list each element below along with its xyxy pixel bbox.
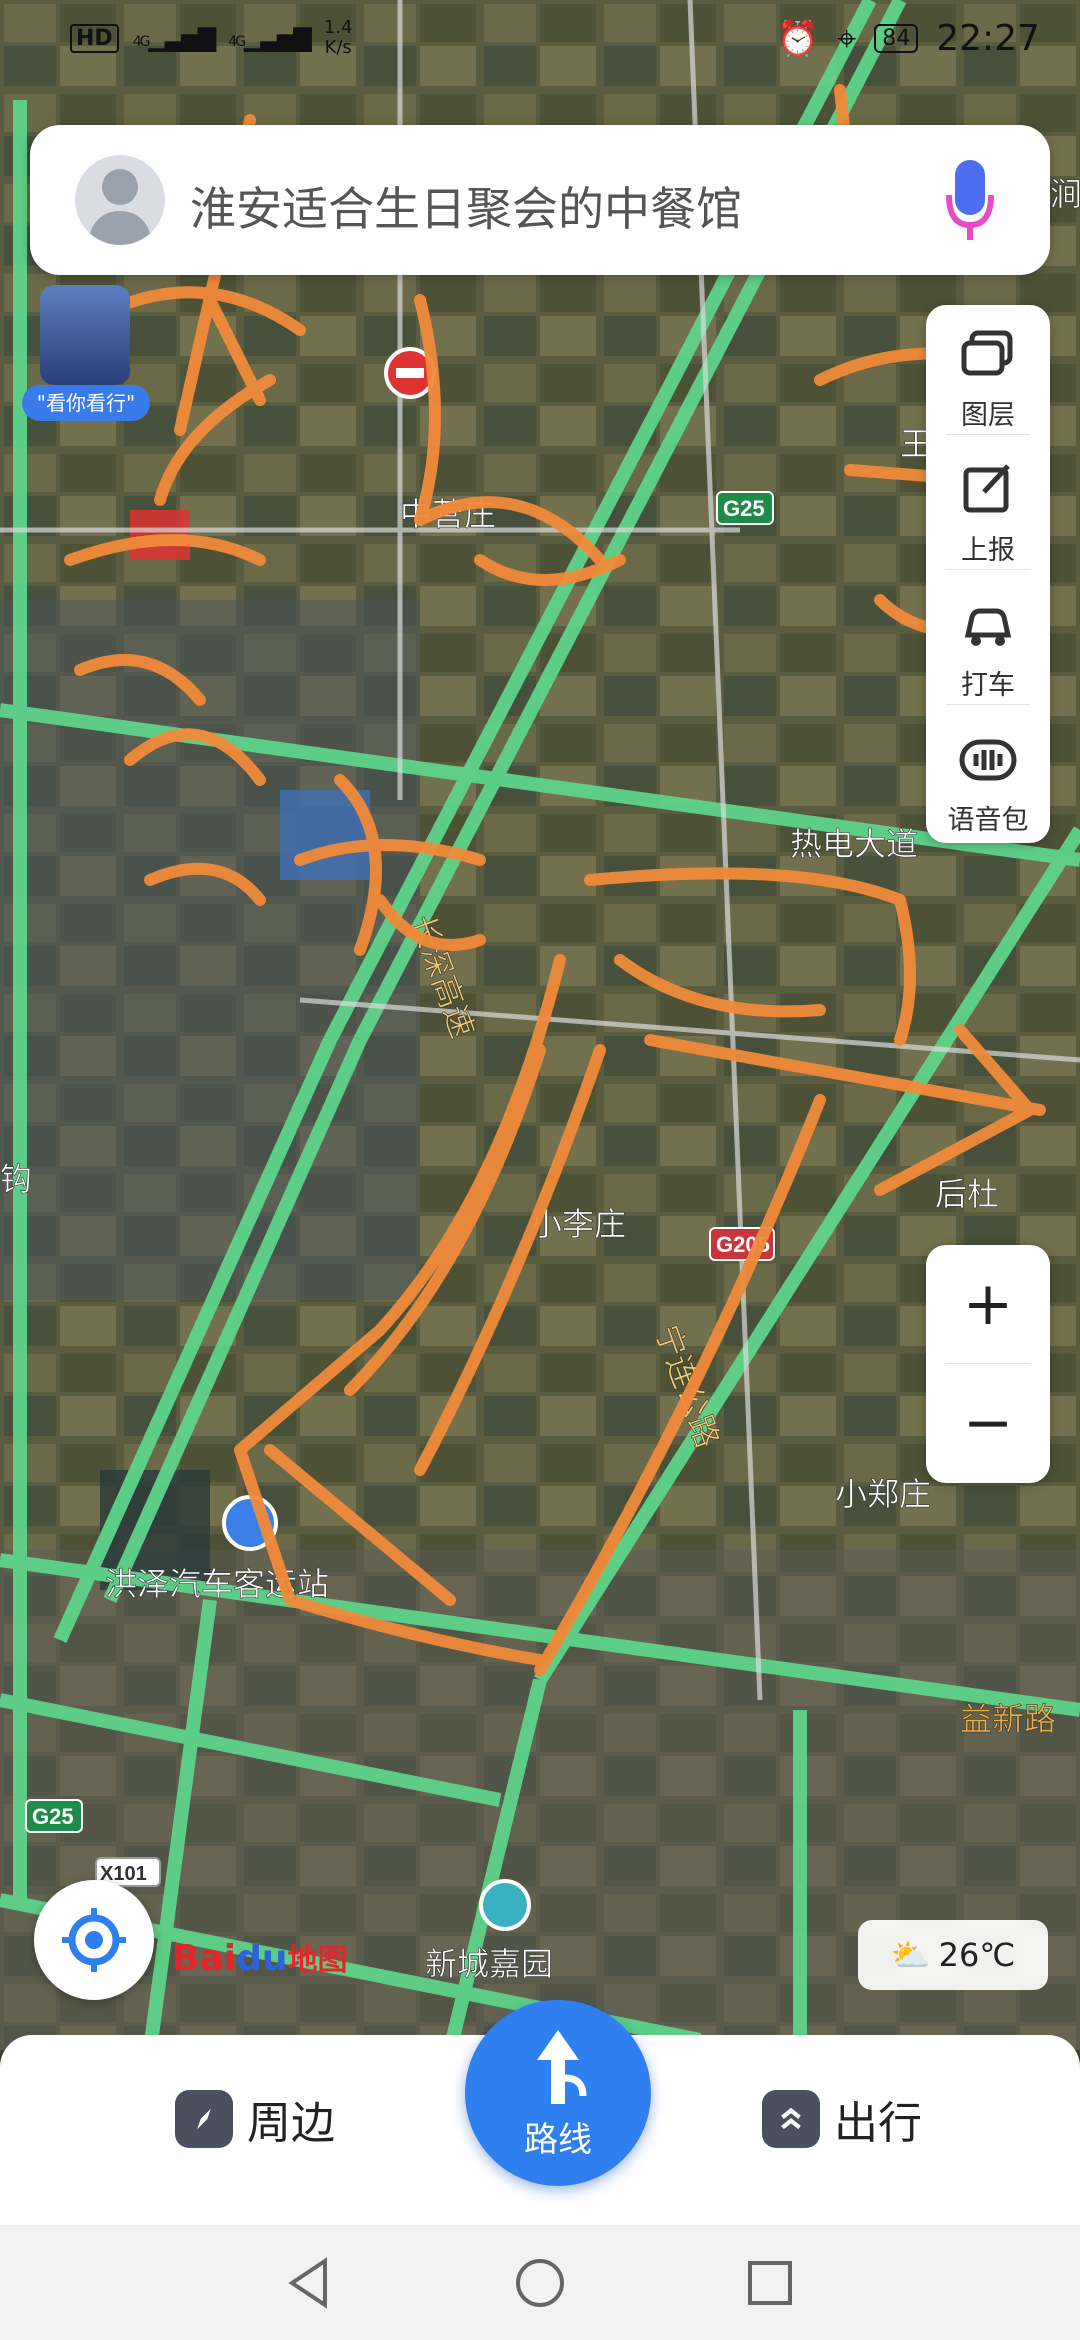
search-bar[interactable]: 淮安适合生日聚会的中餐馆 [30, 125, 1050, 275]
route-button[interactable]: 路线 [465, 2000, 651, 2186]
baidu-map-logo: Baidu地图 [172, 1938, 348, 1979]
hd-indicator: HD [70, 23, 119, 53]
crosshair-icon [62, 1908, 126, 1972]
travel-label: 出行 [834, 2098, 922, 2149]
location-icon: ⌖ [837, 18, 857, 59]
tool-taxi-label: 打车 [961, 670, 1015, 701]
tool-taxi[interactable]: 打车 [926, 575, 1050, 705]
promo-avatar-image [40, 285, 130, 385]
edit-report-icon [963, 464, 1010, 513]
network-speed: 1.4 K/s [323, 17, 353, 58]
map-label-redian-avenue[interactable]: 热电大道 [790, 826, 919, 863]
nearby-button[interactable]: 周边 [175, 2087, 335, 2151]
map-label-xiaozhengzhuang[interactable]: 小郑庄 [835, 1476, 932, 1513]
travel-chevron-icon [762, 2090, 820, 2148]
map-label-xinchengjiayuan[interactable]: 新城嘉园 [425, 1946, 554, 1983]
tool-layers[interactable]: 图层 [926, 305, 1050, 435]
taxi-icon [964, 608, 1012, 646]
nearby-label: 周边 [247, 2098, 335, 2149]
map-label-houdu[interactable]: 后杜 [935, 1176, 1000, 1213]
home-icon[interactable] [510, 2253, 570, 2313]
partly-cloudy-icon: ⛅ [890, 1936, 931, 1974]
promo-badge[interactable]: "看你看行" [22, 285, 150, 425]
map-label-edge-left[interactable]: 钩 [0, 1161, 32, 1198]
tool-report-label: 上报 [961, 535, 1015, 566]
tool-voice-pack[interactable]: 语音包 [926, 710, 1050, 840]
zoom-control: + − [926, 1245, 1050, 1483]
recents-icon[interactable] [740, 2253, 800, 2313]
tool-report[interactable]: 上报 [926, 440, 1050, 570]
alarm-icon: ⏰ [776, 18, 820, 59]
satellite-map[interactable]: 中营庄 王 热电大道 小李庄 后杜 小郑庄 洪泽汽车客运站 益新路 新城嘉园 钩… [0, 0, 1080, 2050]
shield-g25-south: G25 [32, 1804, 74, 1829]
compass-icon [175, 2090, 233, 2148]
map-label-edge-right[interactable]: 涧 [1050, 176, 1080, 213]
zoom-out-button[interactable]: − [926, 1364, 1050, 1482]
shield-g25-north: G25 [723, 496, 765, 521]
battery-icon: 84 [874, 24, 919, 53]
layers-icon [961, 330, 1013, 376]
zoom-in-button[interactable]: + [926, 1245, 1050, 1363]
signal-icon: 4G▁▃▅▇ [132, 24, 217, 52]
tool-voice-pack-label: 语音包 [947, 805, 1029, 836]
clock: 22:27 [936, 18, 1040, 59]
status-bar: HD 4G▁▃▅▇ 4G▁▃▅▇ 1.4 K/s ⏰ ⌖ 84 22:27 [0, 0, 1080, 90]
search-input[interactable]: 淮安适合生日聚会的中餐馆 [190, 173, 742, 239]
travel-button[interactable]: 出行 [762, 2087, 922, 2151]
voice-pack-icon [959, 739, 1017, 781]
voice-assistant-mic-icon[interactable] [945, 155, 995, 245]
tool-layers-label: 图层 [961, 400, 1015, 431]
weather-widget[interactable]: ⛅ 26℃ [858, 1920, 1048, 1990]
avatar[interactable] [75, 155, 165, 245]
route-label: 路线 [524, 2120, 592, 2160]
map-label-yixin-road[interactable]: 益新路 [960, 1701, 1057, 1738]
map-tools-panel: 图层 上报 打车 语音包 [926, 305, 1050, 843]
back-icon[interactable] [280, 2253, 340, 2313]
signal-icon-2: 4G▁▃▅▇ [228, 24, 312, 52]
temperature: 26℃ [938, 1936, 1016, 1974]
promo-tag: "看你看行" [22, 385, 150, 421]
residential-poi-icon[interactable] [479, 1879, 531, 1931]
system-nav-bar [0, 2225, 1080, 2340]
locate-me-button[interactable] [34, 1880, 154, 2000]
